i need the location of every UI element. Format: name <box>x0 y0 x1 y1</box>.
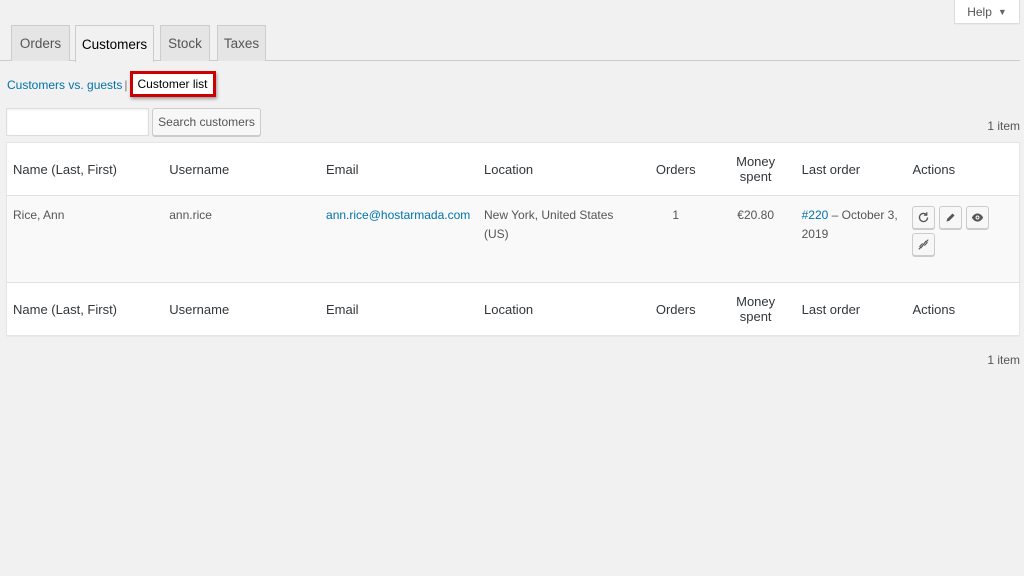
customer-orders: 1 <box>635 195 716 283</box>
item-count-bottom: 1 item <box>987 353 1020 367</box>
table-row: Rice, Ann ann.rice ann.rice@hostarmada.c… <box>6 195 1020 283</box>
customer-money-spent: €20.80 <box>715 195 796 283</box>
col-email-header[interactable]: Email <box>320 142 478 196</box>
customer-email-link[interactable]: ann.rice@hostarmada.com <box>326 208 470 222</box>
customer-name: Rice, Ann <box>6 195 164 283</box>
subnav-separator: | <box>124 78 128 92</box>
refresh-stats-button[interactable] <box>912 206 936 229</box>
link-icon <box>918 239 930 250</box>
view-icon <box>972 213 984 222</box>
customer-location: New York, United States (US) <box>478 195 636 283</box>
customer-last-order-cell: #220 – October 3, 2019 <box>795 195 907 283</box>
col-location-header[interactable]: Location <box>478 142 636 196</box>
col-username-header[interactable]: Username <box>163 142 321 196</box>
last-order-link[interactable]: #220 <box>802 208 829 222</box>
help-label: Help <box>967 4 992 19</box>
col-orders-footer[interactable]: Orders <box>635 282 716 336</box>
search-input[interactable] <box>6 108 149 136</box>
col-actions-footer: Actions <box>906 282 1020 336</box>
report-tabs: Orders Customers Stock Taxes <box>0 25 1020 62</box>
customers-table: Name (Last, First) Username Email Locati… <box>6 142 1020 336</box>
customer-list-current[interactable]: Customer list <box>129 71 216 97</box>
col-last-order-footer[interactable]: Last order <box>795 282 907 336</box>
col-money-spent-footer[interactable]: Money spent <box>715 282 796 336</box>
table-footer-row: Name (Last, First) Username Email Locati… <box>6 282 1020 336</box>
subsubsub-nav: Customers vs. guests | Customer list <box>7 71 216 98</box>
customer-actions-cell <box>906 195 1020 283</box>
col-name-footer[interactable]: Name (Last, First) <box>6 282 164 336</box>
col-actions-header: Actions <box>906 142 1020 196</box>
search-customers-button[interactable]: Search customers <box>152 108 261 136</box>
col-orders-header[interactable]: Orders <box>635 142 716 196</box>
col-location-footer[interactable]: Location <box>478 282 636 336</box>
item-count-top: 1 item <box>987 119 1020 133</box>
customer-email-cell: ann.rice@hostarmada.com <box>320 195 478 283</box>
tab-orders[interactable]: Orders <box>11 25 70 61</box>
customer-username: ann.rice <box>163 195 321 283</box>
col-last-order-header[interactable]: Last order <box>795 142 907 196</box>
edit-button[interactable] <box>939 206 963 229</box>
col-name-header[interactable]: Name (Last, First) <box>6 142 164 196</box>
col-email-footer[interactable]: Email <box>320 282 478 336</box>
tab-stock[interactable]: Stock <box>160 25 210 61</box>
edit-icon <box>946 213 956 222</box>
link-previous-orders-button[interactable] <box>912 233 936 256</box>
tab-taxes[interactable]: Taxes <box>217 25 266 61</box>
view-orders-button[interactable] <box>966 206 990 229</box>
table-header-row: Name (Last, First) Username Email Locati… <box>6 142 1020 196</box>
tab-customers[interactable]: Customers <box>75 25 154 62</box>
refresh-icon <box>919 212 929 223</box>
col-username-footer[interactable]: Username <box>163 282 321 336</box>
customers-vs-guests-link[interactable]: Customers vs. guests <box>7 78 122 92</box>
help-button[interactable]: Help ▼ <box>954 0 1020 24</box>
action-buttons <box>912 206 1002 256</box>
caret-down-icon: ▼ <box>997 6 1007 17</box>
col-money-spent-header[interactable]: Money spent <box>715 142 796 196</box>
